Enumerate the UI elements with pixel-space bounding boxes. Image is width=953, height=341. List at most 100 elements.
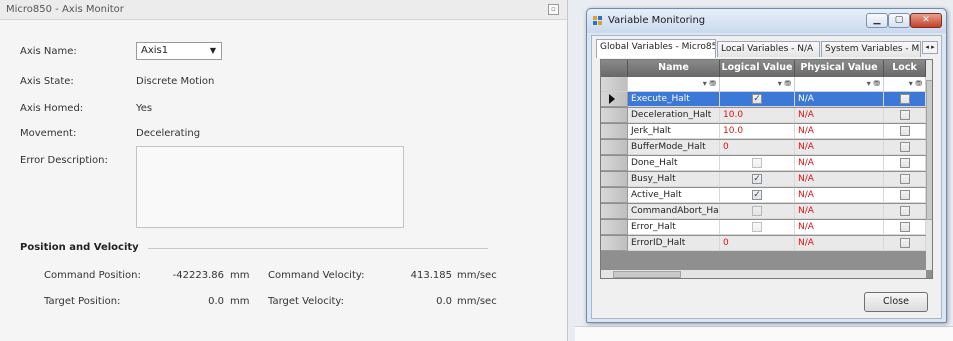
lock-cell[interactable]: [884, 220, 926, 235]
tab-scroll-arrows[interactable]: ◂ ▸: [922, 41, 938, 54]
axis-name-dropdown[interactable]: Axis1 ▼: [136, 42, 222, 60]
row-selector[interactable]: [601, 140, 628, 155]
row-selector[interactable]: [601, 172, 628, 187]
column-header-lock[interactable]: Lock: [884, 60, 926, 77]
lock-checkbox[interactable]: [900, 174, 910, 184]
row-selector[interactable]: [601, 92, 628, 107]
logical-value-cell[interactable]: [720, 156, 795, 171]
variable-name-cell[interactable]: CommandAbort_Ha: [628, 204, 720, 219]
filter-icon[interactable]: ▾ ⛃: [628, 77, 720, 92]
filter-icon[interactable]: ▾ ⛃: [720, 77, 795, 92]
lock-checkbox[interactable]: [900, 126, 910, 136]
close-button[interactable]: Close: [864, 292, 928, 312]
variable-name-cell[interactable]: Execute_Halt: [628, 92, 720, 107]
logical-value-cell[interactable]: 0: [720, 140, 795, 155]
row-selector[interactable]: [601, 188, 628, 203]
lock-cell[interactable]: [884, 172, 926, 187]
physical-value-cell[interactable]: N/A: [795, 236, 884, 251]
variable-name-cell[interactable]: BufferMode_Halt: [628, 140, 720, 155]
lock-checkbox[interactable]: [900, 94, 910, 104]
variable-name-cell[interactable]: Busy_Halt: [628, 172, 720, 187]
row-selector[interactable]: [601, 220, 628, 235]
lock-cell[interactable]: [884, 204, 926, 219]
table-row[interactable]: Execute_Halt ✓ N/A: [601, 92, 926, 107]
variable-monitoring-titlebar[interactable]: Variable Monitoring ▁ ▢ ✕: [587, 9, 946, 33]
table-row[interactable]: Jerk_Halt 10.0 N/A: [601, 124, 926, 139]
tab-system-variables[interactable]: System Variables - M: [821, 41, 921, 57]
table-row[interactable]: Deceleration_Halt 10.0 N/A: [601, 108, 926, 123]
lock-checkbox[interactable]: [900, 238, 910, 248]
column-header-name[interactable]: Name: [628, 60, 720, 77]
lock-cell[interactable]: [884, 108, 926, 123]
lock-cell[interactable]: [884, 92, 926, 107]
physical-value-cell[interactable]: N/A: [795, 188, 884, 203]
logical-value-checkbox[interactable]: [752, 206, 762, 216]
filter-icon[interactable]: ▾ ⛃: [795, 77, 884, 92]
row-selector[interactable]: [601, 108, 628, 123]
maximize-button[interactable]: ▢: [888, 13, 910, 28]
physical-value-cell[interactable]: N/A: [795, 156, 884, 171]
column-header-logical-value[interactable]: Logical Value: [720, 60, 795, 77]
table-row[interactable]: BufferMode_Halt 0 N/A: [601, 140, 926, 155]
logical-value-cell[interactable]: ✓: [720, 172, 795, 187]
variable-name-cell[interactable]: ErrorID_Halt: [628, 236, 720, 251]
lock-checkbox[interactable]: [900, 222, 910, 232]
close-window-button[interactable]: ✕: [910, 13, 942, 28]
table-row[interactable]: ErrorID_Halt 0 N/A: [601, 236, 926, 251]
physical-value-cell[interactable]: N/A: [795, 140, 884, 155]
logical-value-cell[interactable]: 10.0: [720, 124, 795, 139]
logical-value-checkbox[interactable]: [752, 158, 762, 168]
lock-checkbox[interactable]: [900, 206, 910, 216]
table-row[interactable]: Busy_Halt ✓ N/A: [601, 172, 926, 187]
physical-value-cell[interactable]: N/A: [795, 108, 884, 123]
row-selector[interactable]: [601, 236, 628, 251]
lock-cell[interactable]: [884, 188, 926, 203]
table-row[interactable]: Done_Halt N/A: [601, 156, 926, 171]
tab-local-variables[interactable]: Local Variables - N/A: [717, 41, 820, 57]
vertical-scroll-thumb[interactable]: [926, 80, 932, 220]
logical-value-cell[interactable]: 0: [720, 236, 795, 251]
logical-value-cell[interactable]: ✓: [720, 188, 795, 203]
physical-value-cell[interactable]: N/A: [795, 204, 884, 219]
lock-checkbox[interactable]: [900, 190, 910, 200]
physical-value-cell[interactable]: N/A: [795, 92, 884, 107]
row-selector[interactable]: [601, 204, 628, 219]
variable-name-cell[interactable]: Error_Halt: [628, 220, 720, 235]
row-selector[interactable]: [601, 124, 628, 139]
lock-checkbox[interactable]: [900, 158, 910, 168]
minimize-button[interactable]: ▁: [866, 13, 888, 28]
logical-value-checkbox[interactable]: ✓: [752, 174, 762, 184]
filter-icon[interactable]: ▾ ⛃: [884, 77, 926, 92]
table-row[interactable]: CommandAbort_Ha N/A: [601, 204, 926, 219]
physical-value-cell[interactable]: N/A: [795, 220, 884, 235]
lock-cell[interactable]: [884, 140, 926, 155]
logical-value-cell[interactable]: ✓: [720, 92, 795, 107]
variable-name-cell[interactable]: Jerk_Halt: [628, 124, 720, 139]
pin-icon[interactable]: ▫: [548, 4, 559, 15]
column-header-physical-value[interactable]: Physical Value: [795, 60, 884, 77]
logical-value-checkbox[interactable]: ✓: [752, 190, 762, 200]
tab-global-variables[interactable]: Global Variables - Micro850: [596, 39, 716, 58]
lock-checkbox[interactable]: [900, 110, 910, 120]
horizontal-scroll-thumb[interactable]: [613, 271, 681, 278]
variable-name-cell[interactable]: Deceleration_Halt: [628, 108, 720, 123]
horizontal-scrollbar[interactable]: [601, 270, 926, 278]
variable-name-cell[interactable]: Done_Halt: [628, 156, 720, 171]
table-row[interactable]: Error_Halt N/A: [601, 220, 926, 235]
physical-value-cell[interactable]: N/A: [795, 124, 884, 139]
filter-row-selector: [601, 77, 628, 92]
logical-value-checkbox[interactable]: ✓: [752, 94, 762, 104]
logical-value-cell[interactable]: [720, 220, 795, 235]
logical-value-cell[interactable]: 10.0: [720, 108, 795, 123]
table-row[interactable]: Active_Halt ✓ N/A: [601, 188, 926, 203]
variable-name-cell[interactable]: Active_Halt: [628, 188, 720, 203]
physical-value-cell[interactable]: N/A: [795, 172, 884, 187]
lock-cell[interactable]: [884, 236, 926, 251]
lock-cell[interactable]: [884, 124, 926, 139]
vertical-scrollbar[interactable]: [926, 60, 932, 270]
lock-cell[interactable]: [884, 156, 926, 171]
row-selector[interactable]: [601, 156, 628, 171]
logical-value-checkbox[interactable]: [752, 222, 762, 232]
logical-value-cell[interactable]: [720, 204, 795, 219]
lock-checkbox[interactable]: [900, 142, 910, 152]
